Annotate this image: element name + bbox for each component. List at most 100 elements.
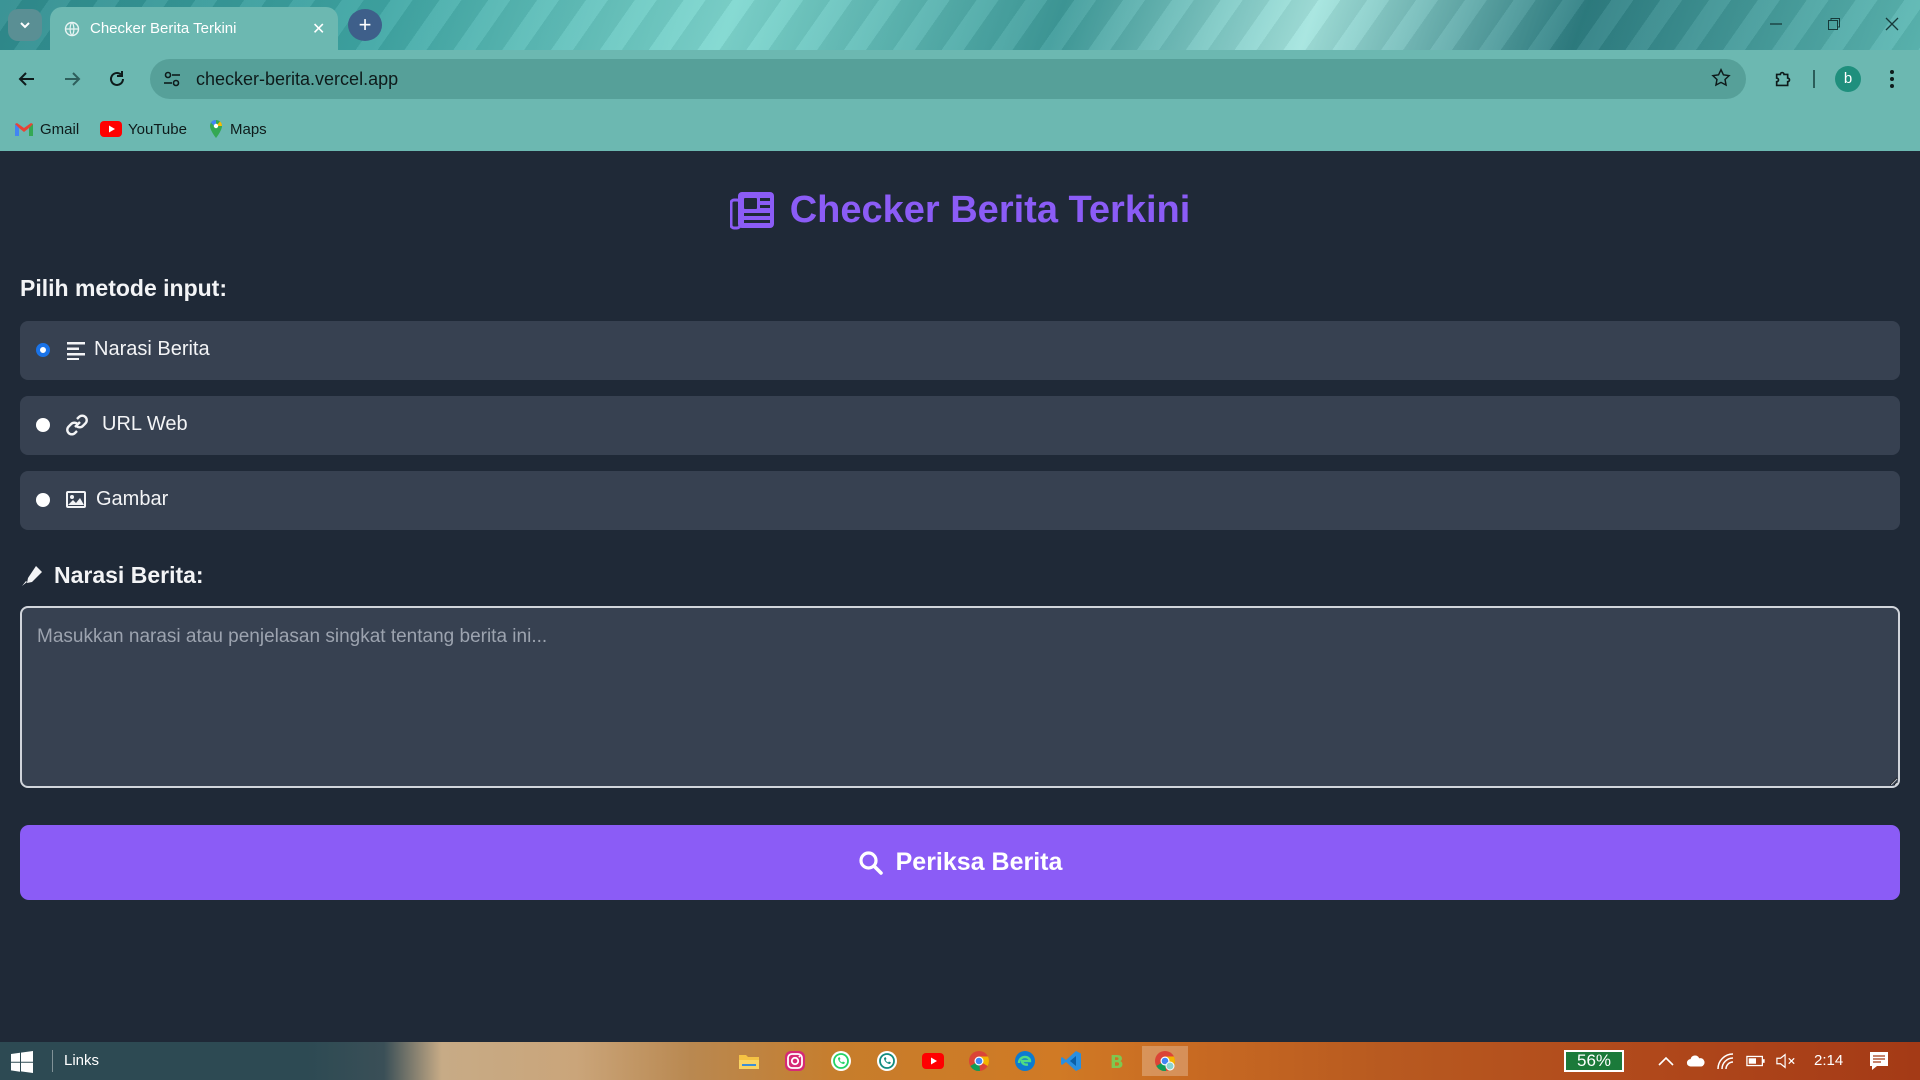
extensions-button[interactable] (1767, 62, 1801, 96)
restore-button[interactable] (1814, 10, 1854, 38)
submit-label: Periksa Berita (895, 848, 1063, 876)
file-explorer-icon (739, 1055, 759, 1069)
close-window-button[interactable] (1872, 10, 1912, 38)
cloud-icon (1686, 1055, 1705, 1067)
wifi-tray[interactable] (1716, 1051, 1736, 1071)
back-button[interactable] (10, 62, 44, 96)
option-label: Gambar (96, 488, 169, 510)
link-icon (66, 414, 88, 436)
close-tab-icon[interactable]: ✕ (312, 19, 325, 39)
image-icon (66, 491, 86, 508)
option-label: URL Web (102, 413, 188, 435)
battery-icon (1746, 1055, 1765, 1067)
search-icon (859, 850, 883, 875)
puzzle-icon (1775, 71, 1791, 87)
periksa-berita-button[interactable]: Periksa Berita (20, 825, 1900, 900)
close-icon (1885, 17, 1899, 31)
svg-text:B: B (1110, 1052, 1124, 1072)
globe-icon (64, 21, 80, 37)
reload-button[interactable] (100, 62, 134, 96)
app-b-icon: B (1110, 1052, 1124, 1072)
forward-button[interactable] (55, 62, 89, 96)
bookmark-youtube[interactable]: YouTube (100, 116, 187, 142)
address-bar[interactable]: checker-berita.vercel.app (150, 59, 1746, 99)
narasi-textarea[interactable] (20, 606, 1900, 788)
option-narasi-berita[interactable]: Narasi Berita (20, 321, 1900, 380)
vscode-icon (1061, 1051, 1081, 1071)
whatsapp-icon (831, 1051, 851, 1071)
chrome-profile-app[interactable] (1142, 1046, 1188, 1076)
reload-icon (110, 71, 124, 86)
bookmark-label: Maps (230, 120, 267, 138)
show-hidden-icons-button[interactable] (1656, 1051, 1676, 1071)
option-url-web[interactable]: URL Web (20, 396, 1900, 455)
newspaper-icon (729, 192, 774, 230)
windows-start-icon[interactable] (10, 1051, 34, 1073)
battery-indicator[interactable]: 56% (1564, 1050, 1624, 1072)
notification-icon[interactable] (1868, 1050, 1890, 1072)
chevron-up-icon (1658, 1056, 1674, 1066)
wifi-icon (1717, 1053, 1734, 1070)
browser-menu-button[interactable] (1882, 64, 1902, 94)
field-label-text: Narasi Berita: (54, 562, 204, 588)
page-content: Checker Berita Terkini Pilih metode inpu… (0, 151, 1920, 1042)
youtube-app[interactable] (918, 1046, 948, 1076)
option-gambar[interactable]: Gambar (20, 471, 1900, 530)
edge-app[interactable] (1010, 1046, 1040, 1076)
restore-icon (1828, 18, 1840, 30)
browser-toolbar: checker-berita.vercel.app b (0, 50, 1920, 108)
chrome-profile-icon (1155, 1051, 1176, 1072)
page-title-text: Checker Berita Terkini (789, 188, 1191, 231)
whatsapp-business-icon (877, 1051, 897, 1071)
chrome-icon (969, 1051, 990, 1072)
taskbar-separator (52, 1050, 53, 1072)
url-text[interactable]: checker-berita.vercel.app (196, 69, 398, 90)
bookmarks-bar: Gmail YouTube Maps (0, 108, 1920, 151)
profile-avatar[interactable]: b (1835, 66, 1861, 92)
pen-icon (22, 565, 42, 586)
radio-narasi-berita[interactable] (36, 343, 50, 357)
arrow-left-icon (18, 72, 34, 86)
app-b[interactable]: B (1102, 1046, 1132, 1076)
onedrive-tray[interactable] (1686, 1051, 1706, 1071)
youtube-icon (100, 121, 122, 137)
tab-title: Checker Berita Terkini (90, 20, 237, 37)
battery-tray[interactable] (1746, 1051, 1766, 1071)
minimize-button[interactable] (1756, 10, 1796, 38)
site-settings-icon[interactable] (162, 70, 182, 88)
bookmark-gmail[interactable]: Gmail (14, 116, 79, 142)
chevron-down-icon (20, 22, 30, 29)
toolbar-divider (1813, 70, 1815, 88)
bookmark-label: YouTube (128, 120, 187, 138)
new-tab-button[interactable]: + (348, 9, 382, 41)
windows-taskbar: Links B 56% 2:14 (0, 1042, 1920, 1080)
narasi-field-label: Narasi Berita: (20, 562, 204, 589)
arrow-right-icon (65, 72, 81, 86)
bookmark-maps[interactable]: Maps (208, 116, 267, 142)
volume-muted-icon (1776, 1053, 1795, 1069)
chrome-app[interactable] (964, 1046, 994, 1076)
vscode-app[interactable] (1056, 1046, 1086, 1076)
tab-search-button[interactable] (8, 9, 42, 41)
youtube-icon (922, 1053, 944, 1069)
gmail-icon (15, 123, 33, 136)
page-title: Checker Berita Terkini (0, 182, 1920, 238)
links-toolbar-label[interactable]: Links (64, 1052, 99, 1069)
align-left-icon (67, 342, 85, 360)
whatsapp-business-app[interactable] (872, 1046, 902, 1076)
radio-gambar[interactable] (36, 493, 50, 507)
instagram-app[interactable] (780, 1046, 810, 1076)
input-method-label: Pilih metode input: (20, 275, 227, 301)
whatsapp-app[interactable] (826, 1046, 856, 1076)
taskbar-clock[interactable]: 2:14 (1814, 1052, 1843, 1069)
maps-icon (210, 120, 223, 138)
bookmark-star-icon[interactable] (1710, 67, 1732, 89)
tab-strip: Checker Berita Terkini ✕ + (0, 0, 1920, 50)
active-tab[interactable]: Checker Berita Terkini ✕ (50, 7, 338, 50)
volume-tray[interactable] (1776, 1051, 1796, 1071)
file-explorer-app[interactable] (734, 1046, 764, 1076)
browser-chrome: Checker Berita Terkini ✕ + checker-berit… (0, 0, 1920, 151)
edge-icon (1015, 1051, 1035, 1071)
option-label: Narasi Berita (94, 338, 210, 360)
radio-url-web[interactable] (36, 418, 50, 432)
